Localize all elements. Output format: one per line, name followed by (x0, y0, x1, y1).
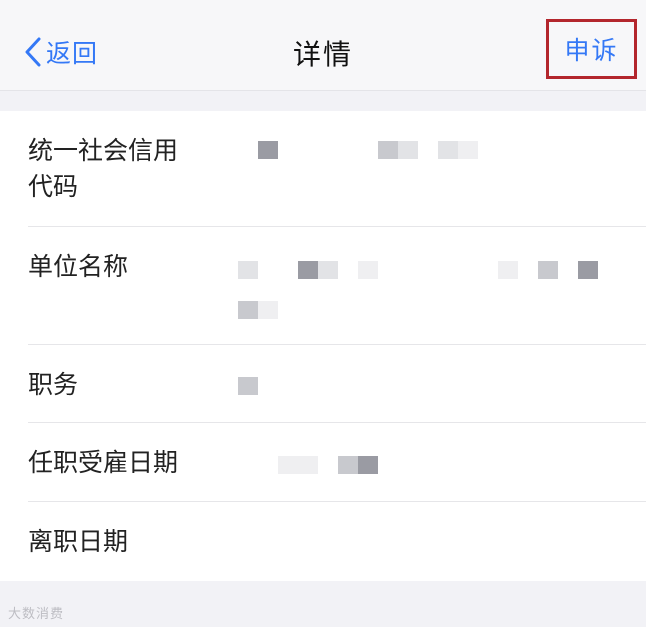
field-label-position: 职务 (28, 370, 79, 399)
detail-list: 统一社会信用 代码 单位名称 职务 任职受雇日期 离职日期 (0, 111, 646, 581)
watermark: 大数消费 (8, 607, 65, 622)
field-label-credit-code: 统一社会信用 代码 (28, 136, 179, 201)
field-row-company-name: 单位名称 (0, 227, 646, 345)
section-gap (0, 91, 646, 111)
field-row-credit-code: 统一社会信用 代码 (0, 111, 646, 227)
navigation-bar: 返回 详情 申诉 (0, 0, 646, 91)
bottom-group-background (0, 581, 646, 627)
field-label-company-name: 单位名称 (28, 252, 129, 281)
field-row-position: 职务 (0, 345, 646, 423)
appeal-button[interactable]: 申诉 (546, 19, 637, 79)
field-row-departure-date: 离职日期 (0, 502, 646, 581)
field-label-employment-date: 任职受雇日期 (28, 448, 179, 477)
field-label-departure-date: 离职日期 (28, 527, 129, 556)
field-row-employment-date: 任职受雇日期 (0, 423, 646, 502)
